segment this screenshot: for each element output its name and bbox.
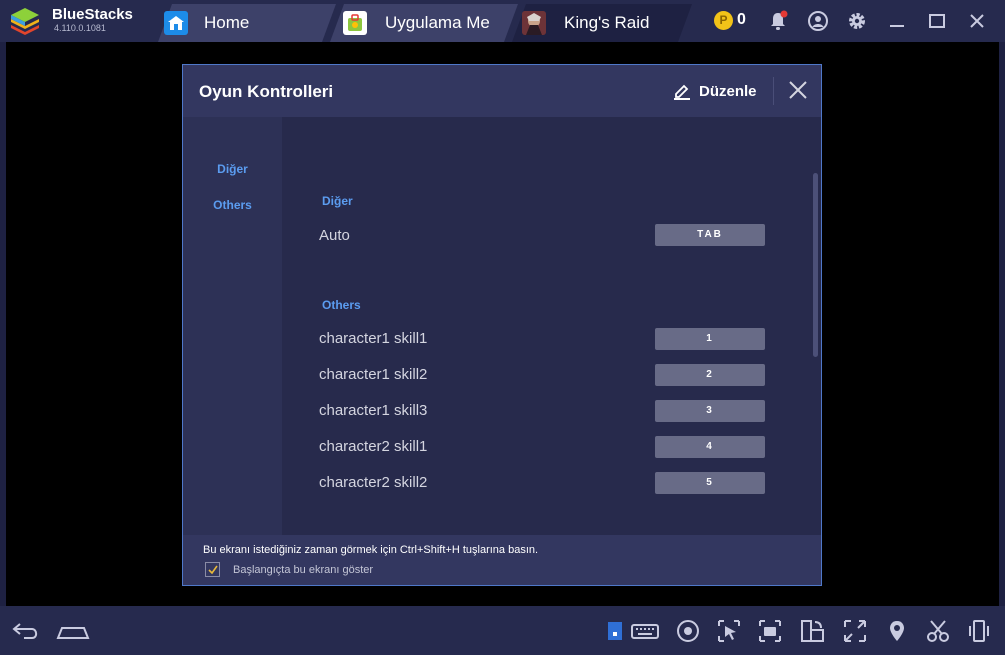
tab-app-center-label: Uygulama Me	[385, 13, 490, 32]
tab-home-label: Home	[204, 13, 250, 32]
keymapping-icon[interactable]	[630, 618, 660, 644]
title-bar: BlueStacks 4.110.0.1081 Home Uygulama Me…	[0, 0, 1005, 42]
control-label: character1 skill3	[319, 402, 428, 419]
account-icon[interactable]	[807, 10, 829, 32]
tab-home[interactable]: Home	[158, 4, 336, 42]
location-icon[interactable]	[884, 618, 910, 644]
settings-gear-icon[interactable]	[846, 10, 868, 32]
tab-kings-raid-label: King's Raid	[564, 13, 650, 32]
edit-button-label: Düzenle	[699, 83, 757, 100]
show-on-startup-checkbox[interactable]	[205, 562, 220, 577]
bottom-toolbar	[0, 606, 1005, 655]
key-binding-button[interactable]: 1	[655, 328, 765, 350]
control-label: character2 skill1	[319, 438, 428, 455]
fullscreen-icon[interactable]	[842, 618, 868, 644]
tab-kings-raid[interactable]: King's Raid	[512, 4, 692, 42]
pointer-icon[interactable]	[716, 618, 742, 644]
footer-hint-text: Bu ekranı istediğiniz zaman görmek için …	[203, 544, 539, 556]
close-icon[interactable]	[966, 10, 988, 32]
header-divider	[773, 77, 774, 105]
checkmark-icon	[208, 565, 218, 575]
scrollbar[interactable]	[813, 173, 818, 357]
screenshot-camera-icon[interactable]	[757, 618, 783, 644]
shake-device-icon[interactable]	[966, 618, 992, 644]
tab-app-center[interactable]: Uygulama Me	[330, 4, 518, 42]
key-binding-button[interactable]: TAB	[655, 224, 765, 246]
control-label: Auto	[319, 227, 350, 244]
key-binding-button[interactable]: 5	[655, 472, 765, 494]
rotate-icon[interactable]	[799, 618, 825, 644]
scissors-icon[interactable]	[925, 618, 951, 644]
dialog-sidebar: Diğer Others	[183, 117, 282, 535]
control-label: character1 skill1	[319, 330, 428, 347]
dialog-footer: Bu ekranı istediğiniz zaman görmek için …	[183, 535, 821, 585]
show-on-startup-label: Başlangıçta bu ekranı göster	[233, 564, 374, 576]
key-binding-button[interactable]: 4	[655, 436, 765, 458]
bluestacks-logo-icon	[11, 8, 39, 35]
sidebar-item-diger[interactable]: Diğer	[183, 162, 282, 176]
control-label: character1 skill2	[319, 366, 428, 383]
app-center-icon	[343, 11, 367, 35]
key-binding-button[interactable]: 2	[655, 364, 765, 386]
game-controls-dialog: Oyun Kontrolleri Düzenle Diğer Others Di…	[182, 64, 822, 586]
minimize-icon[interactable]	[886, 10, 908, 32]
eye-view-icon[interactable]	[675, 618, 701, 644]
maximize-icon[interactable]	[926, 10, 948, 32]
keyboard-mode-icon[interactable]	[606, 618, 624, 644]
app-brand: BlueStacks	[52, 6, 133, 23]
section-heading-others: Others	[322, 298, 361, 312]
dialog-close-icon[interactable]	[787, 79, 809, 101]
dialog-header: Oyun Kontrolleri Düzenle	[183, 65, 821, 117]
key-binding-button[interactable]: 3	[655, 400, 765, 422]
home-icon[interactable]	[56, 618, 90, 644]
app-version: 4.110.0.1081	[54, 23, 106, 33]
control-label: character2 skill2	[319, 474, 428, 491]
sidebar-item-others[interactable]: Others	[183, 198, 282, 212]
section-heading-diger: Diğer	[322, 194, 353, 208]
dialog-title: Oyun Kontrolleri	[199, 82, 334, 101]
coin-icon[interactable]: P	[714, 11, 733, 30]
notification-bell-icon[interactable]	[767, 10, 789, 32]
kings-raid-game-icon	[522, 11, 546, 35]
home-icon	[164, 11, 188, 35]
coin-count: 0	[737, 11, 746, 28]
pencil-icon	[674, 84, 690, 100]
back-icon[interactable]	[10, 618, 42, 644]
controls-list: Diğer Auto TAB Others character1 skill1 …	[282, 117, 821, 535]
